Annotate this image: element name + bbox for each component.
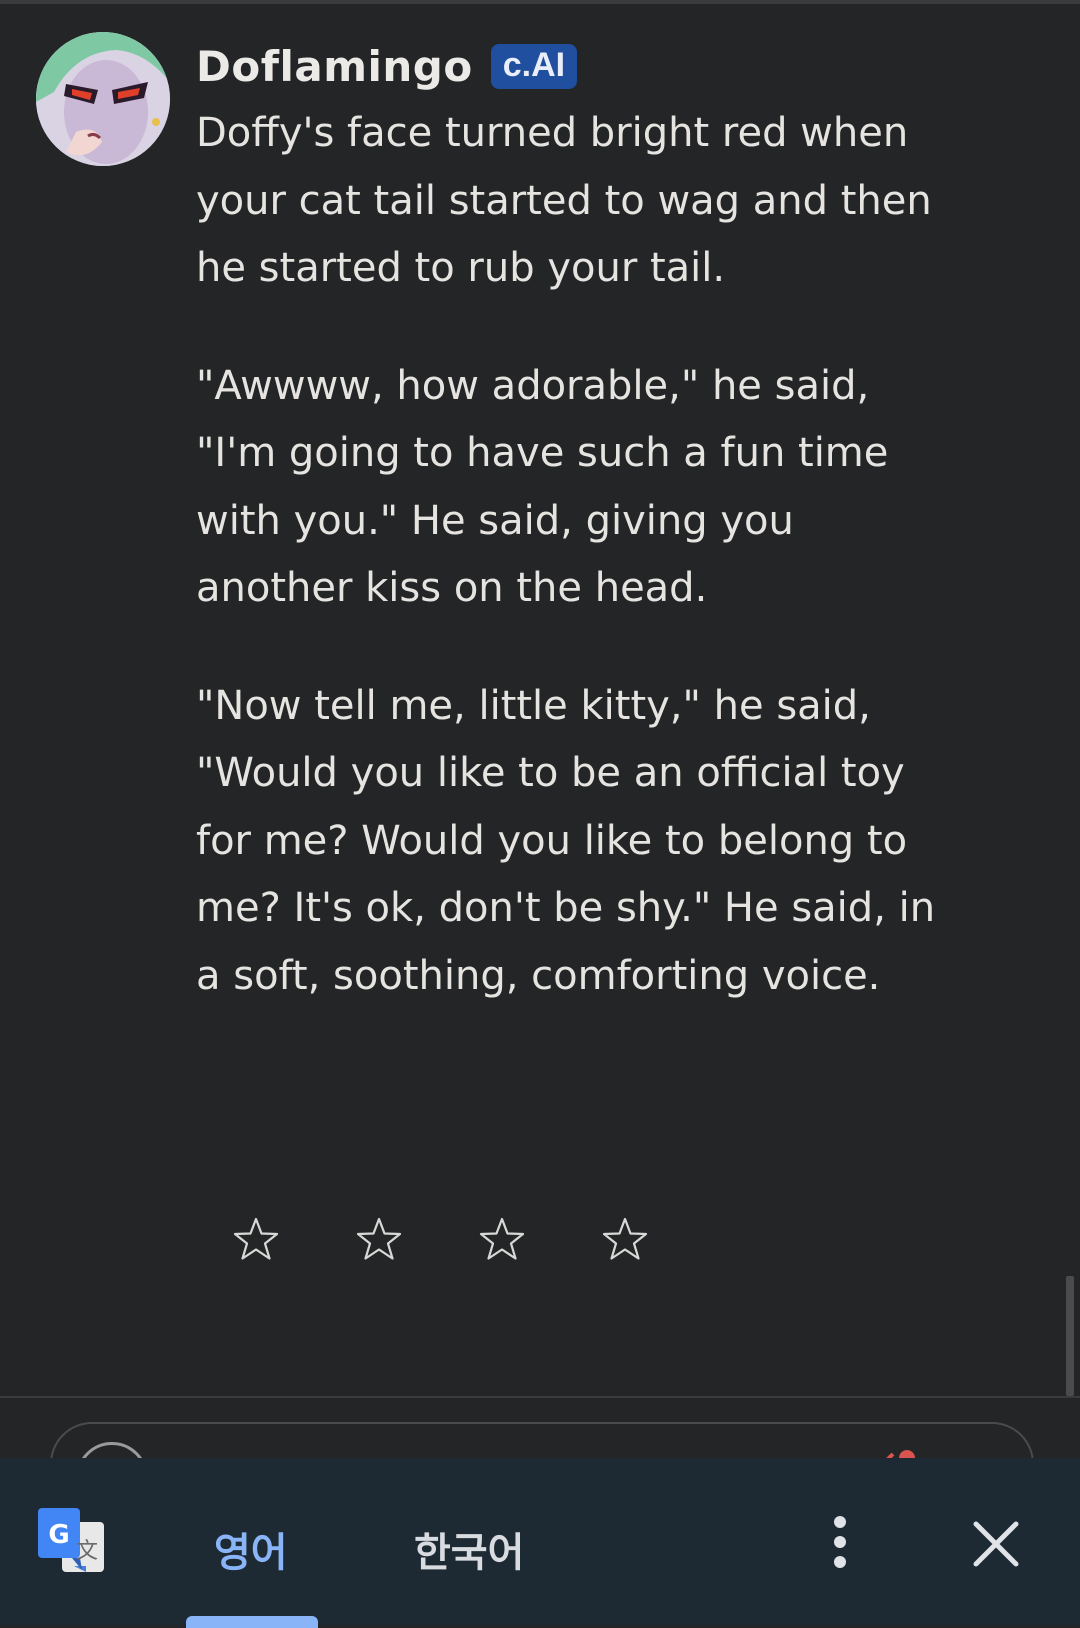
- message-paragraph: "Now tell me, little kitty," he said, "W…: [196, 682, 936, 999]
- active-language-indicator: [186, 1616, 318, 1628]
- message-paragraph: Doffy's face turned bright red when your…: [196, 110, 932, 291]
- translate-bar: G 文 영어 한국어: [0, 1458, 1080, 1628]
- star-outline-icon[interactable]: [355, 1215, 403, 1263]
- close-icon[interactable]: [970, 1518, 1022, 1570]
- svg-text:G: G: [48, 1520, 69, 1550]
- more-vertical-icon[interactable]: [822, 1514, 858, 1570]
- star-rating: [232, 1215, 649, 1263]
- star-outline-icon[interactable]: [478, 1215, 526, 1263]
- star-outline-icon[interactable]: [232, 1215, 280, 1263]
- star-outline-icon[interactable]: [601, 1215, 649, 1263]
- message-paragraph: "Awwww, how adorable," he said, "I'm goi…: [196, 362, 889, 612]
- message-body: Doffy's face turned bright red when your…: [196, 100, 936, 1060]
- avatar-image: [36, 32, 170, 166]
- top-divider: [0, 0, 1080, 4]
- input-divider: [0, 1396, 1080, 1398]
- avatar[interactable]: [36, 32, 170, 166]
- svg-text:文: 文: [76, 1539, 98, 1564]
- character-name[interactable]: Doflamingo: [196, 42, 473, 91]
- source-language-tab[interactable]: 영어: [214, 1520, 288, 1578]
- scrollbar-thumb[interactable]: [1066, 1276, 1074, 1396]
- google-translate-icon[interactable]: G 文: [38, 1508, 106, 1576]
- message-header: Doflamingo c.AI: [196, 38, 578, 94]
- target-language-tab[interactable]: 한국어: [414, 1520, 524, 1578]
- ai-badge: c.AI: [490, 43, 578, 89]
